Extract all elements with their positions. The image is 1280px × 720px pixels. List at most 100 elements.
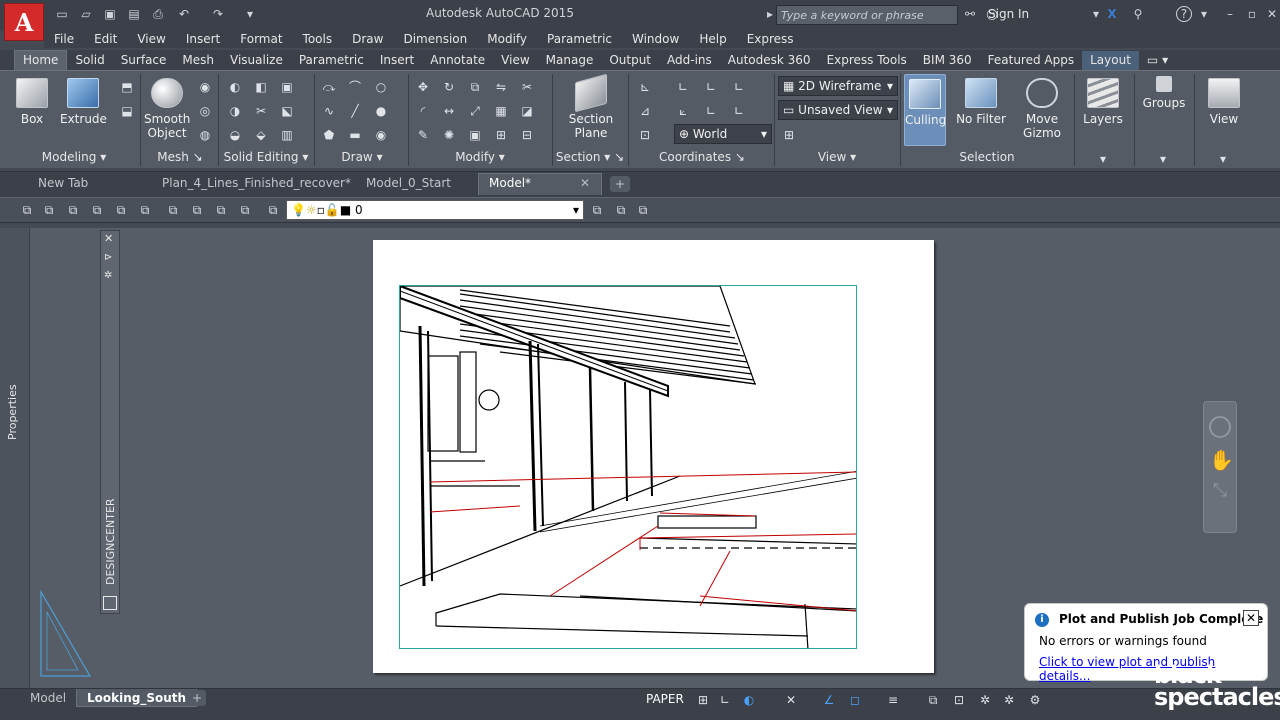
ucs-dropdown[interactable]: ⊕ World ▾: [674, 124, 772, 144]
menu-tools[interactable]: Tools: [293, 32, 343, 46]
tab-bim-360[interactable]: BIM 360: [915, 51, 980, 70]
union-icon[interactable]: ◐: [226, 78, 244, 96]
lineweight-icon[interactable]: ≡: [884, 691, 902, 709]
tab-visualize[interactable]: Visualize: [222, 51, 291, 70]
circle-icon[interactable]: ○: [372, 78, 390, 96]
menu-help[interactable]: Help: [689, 32, 736, 46]
panel-title-mesh[interactable]: Mesh ↘: [144, 150, 216, 166]
layer-lock-icon[interactable]: ⧉: [188, 201, 206, 219]
layer-freeze-icon[interactable]: ⧉: [136, 201, 154, 219]
smooth-object-button[interactable]: Smooth Object: [144, 74, 190, 140]
tab-annotate[interactable]: Annotate: [422, 51, 493, 70]
tab-home[interactable]: Home: [14, 50, 68, 70]
menu-format[interactable]: Format: [230, 32, 292, 46]
close-palette-icon[interactable]: ✕: [104, 232, 113, 245]
annotation-scale-icon[interactable]: ✲: [1000, 691, 1018, 709]
extrude-faces-icon[interactable]: ⬕: [278, 102, 296, 120]
explode-icon[interactable]: ✺: [440, 126, 458, 144]
hatch-icon[interactable]: ◉: [372, 126, 390, 144]
panel-title-modeling[interactable]: Modeling ▾: [10, 150, 138, 166]
extract-edges-icon[interactable]: ▣: [278, 78, 296, 96]
help-icon[interactable]: ?: [1176, 6, 1192, 22]
tab-insert[interactable]: Insert: [372, 51, 422, 70]
menu-view[interactable]: View: [127, 32, 175, 46]
ucs-origin-icon[interactable]: ∟: [674, 78, 692, 96]
help-dropdown-icon[interactable]: ▾: [1196, 6, 1212, 22]
auto-hide-icon[interactable]: ⊳: [104, 252, 112, 263]
menu-edit[interactable]: Edit: [84, 32, 127, 46]
menu-window[interactable]: Window: [622, 32, 689, 46]
groups-button[interactable]: Groups: [1140, 74, 1188, 110]
ucs-icon-properties[interactable]: ⊡: [636, 126, 654, 144]
ellipse-icon[interactable]: ●: [372, 102, 390, 120]
subtract-icon[interactable]: ◑: [226, 102, 244, 120]
panel-title-solid-editing[interactable]: Solid Editing ▾: [220, 150, 312, 166]
scale-icon[interactable]: ⤢: [466, 102, 484, 120]
close-window-icon[interactable]: ✕: [1264, 6, 1280, 22]
layer-unisolate-icon[interactable]: ⧉: [112, 201, 130, 219]
trim-icon[interactable]: ✂: [518, 78, 536, 96]
layer-properties-icon[interactable]: ⧉: [18, 201, 36, 219]
signin-dropdown-icon[interactable]: ▾: [1088, 6, 1104, 22]
visual-style-dropdown[interactable]: ▦ 2D Wireframe ▾: [778, 76, 898, 96]
palette-properties-icon[interactable]: ✲: [104, 270, 112, 281]
ucs-named-icon[interactable]: ⊿: [636, 102, 654, 120]
layer-match-icon[interactable]: ⧉: [40, 201, 58, 219]
menu-modify[interactable]: Modify: [477, 32, 537, 46]
spline-icon[interactable]: ∿: [320, 102, 338, 120]
mesh-smooth-more-icon[interactable]: ◉: [196, 78, 214, 96]
qat-dropdown-icon[interactable]: ▾: [242, 6, 258, 22]
new-file-icon[interactable]: ▭: [54, 6, 70, 22]
rotate-icon[interactable]: ↻: [440, 78, 458, 96]
no-filter-button[interactable]: No Filter: [952, 74, 1010, 126]
redo-icon[interactable]: ↷: [210, 6, 226, 22]
layout-viewport[interactable]: [399, 285, 857, 649]
panel-title-selection[interactable]: Selection: [902, 150, 1072, 166]
make-current-icon[interactable]: ⧉: [588, 201, 606, 219]
tab-featured-apps[interactable]: Featured Apps: [980, 51, 1082, 70]
pan-icon[interactable]: ✋: [1209, 448, 1234, 472]
add-layout-icon[interactable]: +: [188, 690, 206, 706]
annotation-visibility-icon[interactable]: ✲: [976, 691, 994, 709]
copy-icon[interactable]: ⧉: [466, 78, 484, 96]
refine-mesh-icon[interactable]: ◍: [196, 126, 214, 144]
properties-palette-label[interactable]: Properties: [6, 384, 19, 440]
ucs-y-icon[interactable]: ∟: [730, 78, 748, 96]
panel-title-draw[interactable]: Draw ▾: [318, 150, 406, 166]
align-icon[interactable]: ▣: [466, 126, 484, 144]
tab-layout[interactable]: Layout: [1082, 51, 1139, 70]
layer-previous-icon[interactable]: ⧉: [64, 201, 82, 219]
section-plane-button[interactable]: Section Plane: [560, 73, 622, 140]
view-panel-button[interactable]: View: [1200, 74, 1248, 126]
ribbon-options-icon[interactable]: ▭ ▾: [1139, 51, 1176, 70]
menu-file[interactable]: File: [44, 32, 84, 46]
extrude-button[interactable]: Extrude: [60, 74, 107, 126]
doc-tab-new[interactable]: New Tab: [38, 174, 148, 194]
tab-solid[interactable]: Solid: [67, 51, 112, 70]
osnap-tracking-icon[interactable]: ✕: [782, 691, 800, 709]
ucs-object-icon[interactable]: ∟: [702, 102, 720, 120]
arc-icon[interactable]: ⌒: [346, 78, 364, 96]
thicken-icon[interactable]: ⬙: [252, 126, 270, 144]
layer-delete-icon[interactable]: ⧉: [634, 201, 652, 219]
box-button[interactable]: Box: [12, 74, 52, 126]
doc-tab-plan-4[interactable]: Plan_4_Lines_Finished_recover*: [162, 174, 352, 194]
polar-tracking-icon[interactable]: ◐: [740, 691, 758, 709]
line-icon[interactable]: ╱: [346, 102, 364, 120]
paper-space-toggle[interactable]: PAPER: [646, 692, 684, 706]
presspull-icon[interactable]: ⬓: [118, 102, 136, 120]
mirror-icon[interactable]: ⇋: [492, 78, 510, 96]
tab-surface[interactable]: Surface: [113, 51, 175, 70]
3d-array-icon[interactable]: ⊞: [492, 126, 510, 144]
tab-add-ins[interactable]: Add-ins: [659, 51, 720, 70]
tab-express-tools[interactable]: Express Tools: [819, 51, 915, 70]
move-gizmo-button[interactable]: Move Gizmo: [1018, 74, 1066, 140]
tab-output[interactable]: Output: [601, 51, 659, 70]
layer-unlock-icon[interactable]: ⧉: [212, 201, 230, 219]
layers-expand-icon[interactable]: ▾: [1094, 150, 1112, 168]
erase-icon[interactable]: ✎: [414, 126, 432, 144]
culling-button[interactable]: Culling: [904, 74, 946, 146]
menu-parametric[interactable]: Parametric: [537, 32, 622, 46]
osnap-icon[interactable]: ◻: [846, 691, 864, 709]
exchange-apps-icon[interactable]: X: [1104, 6, 1120, 22]
